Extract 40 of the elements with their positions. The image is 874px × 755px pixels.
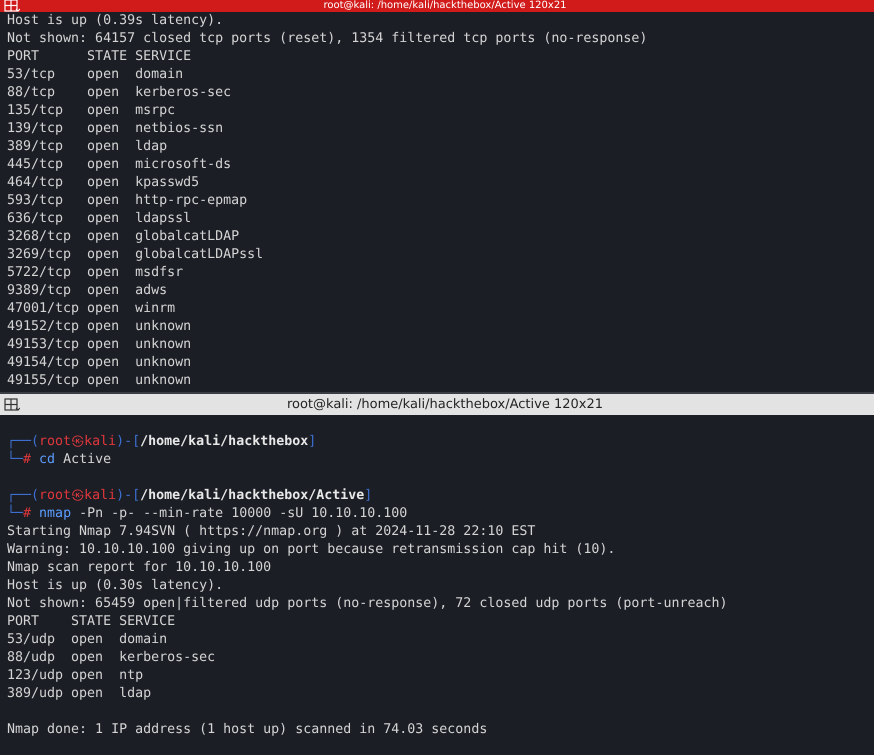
output-line: Starting Nmap 7.94SVN ( https://nmap.org ) at 2024-11-28 22:10 EST xyxy=(7,523,536,541)
output-line: 135/tcp open msrpc xyxy=(7,102,176,120)
output-line: 49152/tcp open unknown xyxy=(7,318,192,336)
output-line: Host is up (0.39s latency). xyxy=(7,12,224,30)
output-line: Nmap done: 1 IP address (1 host up) scanned in 74.03 seconds xyxy=(7,721,488,739)
output-line: 47001/tcp open winrm xyxy=(7,300,176,318)
output-line: PORT STATE SERVICE xyxy=(7,613,176,631)
output-line: 123/udp open ntp xyxy=(7,667,144,685)
output-line: 53/udp open domain xyxy=(7,631,168,649)
output-line: PORT STATE SERVICE xyxy=(7,48,192,66)
output-line: Not shown: 65459 open|filtered udp ports (no-response), 72 closed udp ports (port-unreach) xyxy=(7,595,728,613)
output-line: 3269/tcp open globalcatLDAPssl xyxy=(7,246,264,264)
layout-icon[interactable] xyxy=(4,0,20,13)
command-line: └─# nmap -Pn -p- --min-rate 10000 -sU 10.10.10.100 xyxy=(7,505,408,523)
output-line: 139/tcp open netbios-ssn xyxy=(7,120,224,138)
prompt-line: ┌──(root㉿kali)-[/home/kali/hackthebox/Active] xyxy=(7,487,372,504)
output-line: 88/udp open kerberos-sec xyxy=(7,649,216,667)
prompt-line: ┌──(root㉿kali)-[/home/kali/hackthebox] xyxy=(7,433,316,450)
command-line: └─# cd Active xyxy=(7,451,112,469)
output-line: 464/tcp open kpasswd5 xyxy=(7,174,200,192)
output-line: Warning: 10.10.10.100 giving up on port because retransmission cap hit (10). xyxy=(7,541,616,559)
output-line: 636/tcp open ldapssl xyxy=(7,210,192,228)
output-line: Host is up (0.30s latency). xyxy=(7,577,224,595)
output-line: 593/tcp open http-rpc-epmap xyxy=(7,192,248,210)
pane-title: root@kali: /home/kali/hackthebox/Active 120x21 xyxy=(323,0,567,12)
output-line: 389/udp open ldap xyxy=(7,685,152,703)
output-line: 49153/tcp open unknown xyxy=(7,336,192,354)
output-line: 49154/tcp open unknown xyxy=(7,354,192,372)
output-line: 9389/tcp open adws xyxy=(7,282,168,300)
pane-title: root@kali: /home/kali/hackthebox/Active 120x21 xyxy=(286,396,604,414)
output-line: 53/tcp open domain xyxy=(7,66,184,84)
output-line: Nmap scan report for 10.10.10.100 xyxy=(7,559,272,577)
output-line: 88/tcp open kerberos-sec xyxy=(7,84,232,102)
output-line: 389/tcp open ldap xyxy=(7,138,168,156)
output-line: 445/tcp open microsoft-ds xyxy=(7,156,232,174)
output-line: 5722/tcp open msdfsr xyxy=(7,264,184,282)
output-line: 49155/tcp open unknown xyxy=(7,372,192,390)
output-line: Not shown: 64157 closed tcp ports (reset), 1354 filtered tcp ports (no-response) xyxy=(7,30,648,48)
layout-icon[interactable] xyxy=(4,398,20,412)
output-line: 3268/tcp open globalcatLDAP xyxy=(7,228,240,246)
